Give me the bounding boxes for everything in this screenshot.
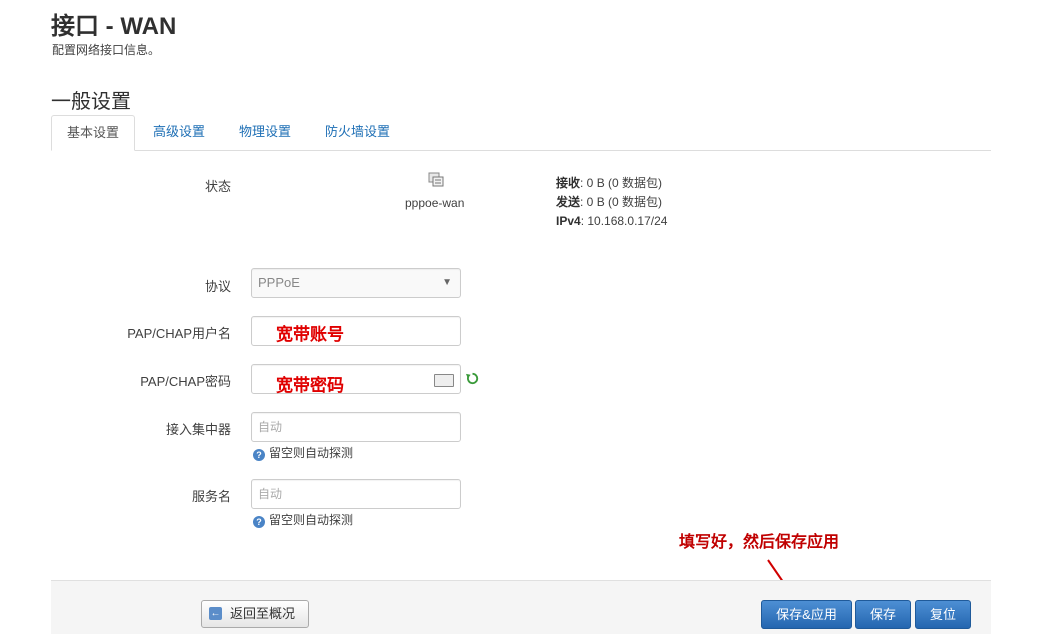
save-button[interactable]: 保存 <box>855 600 911 629</box>
username-input[interactable]: 宽带账号 <box>251 316 461 346</box>
status-details: 接收: 0 B (0 数据包) 发送: 0 B (0 数据包) IPv4: 10… <box>556 174 667 231</box>
tab-physical-settings[interactable]: 物理设置 <box>223 115 307 150</box>
rx-label: 接收 <box>556 176 581 190</box>
password-input[interactable]: 宽带密码 <box>251 364 461 395</box>
section-title: 一般设置 <box>51 91 131 113</box>
rx-value: : 0 B (0 数据包) <box>580 176 663 190</box>
username-label: PAP/CHAP用户名 <box>127 326 231 341</box>
tab-firewall-settings[interactable]: 防火墙设置 <box>309 115 406 150</box>
page-title: 接口 - WAN <box>51 13 177 40</box>
chevron-down-icon: ▼ <box>442 277 452 288</box>
page-description: 配置网络接口信息。 <box>52 43 161 57</box>
help-icon: ? <box>253 449 265 461</box>
username-overlay-annotation: 宽带账号 <box>276 325 344 344</box>
protocol-selected-value: PPPoE <box>258 275 300 290</box>
refresh-icon[interactable] <box>466 372 479 385</box>
service-input[interactable]: 自动 <box>251 479 461 509</box>
instruction-annotation: 填写好，然后保存应用 <box>679 534 840 551</box>
tab-advanced-settings[interactable]: 高级设置 <box>137 115 221 150</box>
password-overlay-annotation: 宽带密码 <box>276 376 344 395</box>
reset-button[interactable]: 复位 <box>915 600 971 629</box>
save-apply-button[interactable]: 保存&应用 <box>761 600 852 629</box>
concentrator-label: 接入集中器 <box>165 422 231 437</box>
tx-value: : 0 B (0 数据包) <box>580 195 663 209</box>
concentrator-hint: ? 留空则自动探测 <box>253 444 353 461</box>
tabs-divider <box>51 150 991 151</box>
password-label: PAP/CHAP密码 <box>140 374 231 389</box>
ipv4-value: : 10.168.0.17/24 <box>580 214 668 228</box>
back-to-overview-button[interactable]: ← 返回至概况 <box>201 600 309 628</box>
concentrator-hint-text: 留空则自动探测 <box>269 446 354 460</box>
ipv4-label: IPv4 <box>556 214 581 228</box>
concentrator-input[interactable]: 自动 <box>251 412 461 442</box>
keyboard-icon[interactable] <box>434 374 454 387</box>
service-label: 服务名 <box>191 489 231 504</box>
tab-basic-settings[interactable]: 基本设置 <box>51 115 135 151</box>
back-arrow-icon: ← <box>209 607 222 620</box>
service-hint: ? 留空则自动探测 <box>253 511 353 528</box>
tx-label: 发送 <box>556 195 581 209</box>
concentrator-placeholder: 自动 <box>258 420 283 434</box>
protocol-select[interactable]: PPPoE ▼ <box>251 268 461 298</box>
protocol-label: 协议 <box>204 279 231 294</box>
back-button-label: 返回至概况 <box>230 606 296 621</box>
status-label: 状态 <box>204 179 231 194</box>
help-icon: ? <box>253 516 265 528</box>
service-placeholder: 自动 <box>258 487 283 501</box>
service-hint-text: 留空则自动探测 <box>269 513 354 527</box>
network-interface-icon <box>428 172 444 187</box>
status-interface-name: pppoe-wan <box>405 196 465 210</box>
